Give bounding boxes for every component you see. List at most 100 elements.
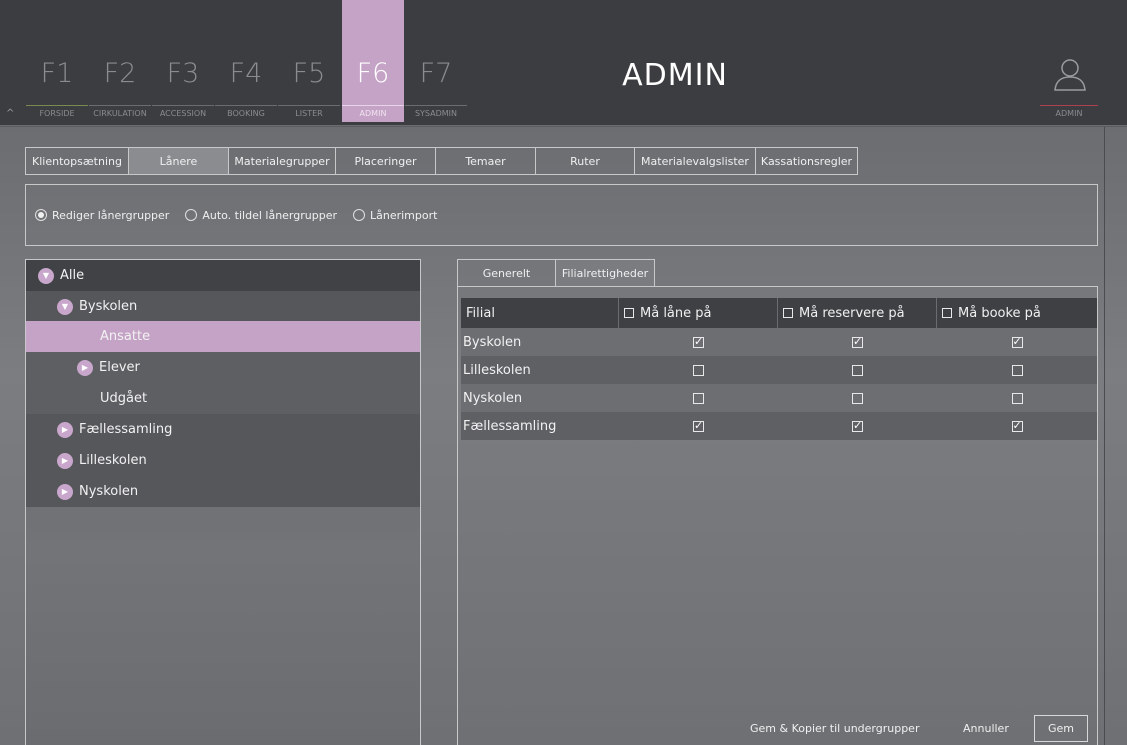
tree-item-label: Ansatte (100, 329, 151, 344)
mode-radio-group: Rediger lånergrupper Auto. tildel lånerg… (25, 184, 1098, 246)
tree-item-elever[interactable]: ▶ Elever (26, 352, 420, 383)
collapse-icon[interactable]: ^ (6, 108, 14, 119)
checkbox-reservere[interactable] (852, 419, 863, 432)
checkbox-reservere[interactable] (852, 335, 863, 348)
column-header-label: Må booke på (958, 305, 1041, 321)
fkey-sysadmin[interactable]: F7 SYSADMIN (405, 0, 467, 122)
table-row[interactable]: Lilleskolen (461, 356, 1097, 384)
cell-reservere (778, 412, 937, 440)
tab-kassationsregler[interactable]: Kassationsregler (756, 147, 858, 175)
branch-name: Nyskolen (463, 390, 523, 406)
checkbox-booke[interactable] (1011, 392, 1023, 404)
cell-reservere (778, 384, 937, 412)
column-header-booke[interactable]: Må booke på (937, 298, 1097, 328)
cell-booke (937, 384, 1097, 412)
fkey-number: F2 (103, 58, 137, 89)
radio-label: Rediger lånergrupper (52, 208, 170, 222)
cell-booke (937, 356, 1097, 384)
checkbox-reservere[interactable] (852, 364, 863, 376)
table-row[interactable]: Byskolen (461, 328, 1097, 356)
checkbox-booke[interactable] (1011, 419, 1023, 432)
cell-reservere (778, 328, 937, 356)
tree-item-nyskolen[interactable]: ▶ Nyskolen (26, 476, 420, 507)
cell-laane (619, 384, 778, 412)
fkey-underline (405, 105, 467, 106)
fkey-admin[interactable]: F6 ADMIN (342, 0, 404, 122)
column-header-reservere[interactable]: Må reservere på (778, 298, 937, 328)
checkbox-booke[interactable] (1011, 335, 1023, 348)
cell-booke (937, 412, 1097, 440)
expand-toggle-icon[interactable]: ▶ (77, 359, 93, 376)
radio-auto-tildel[interactable]: Auto. tildel lånergrupper (185, 209, 337, 222)
checkbox-laane[interactable] (693, 364, 704, 376)
radio-circle (35, 209, 47, 221)
fkey-underline (152, 105, 214, 106)
tree-item-byskolen[interactable]: ▼ Byskolen (26, 291, 420, 322)
fkey-number: F4 (229, 58, 263, 89)
fkey-label: ACCESSION (159, 109, 207, 118)
table-row[interactable]: Nyskolen (461, 384, 1097, 412)
table-row[interactable]: Fællessamling (461, 412, 1097, 440)
select-all-checkbox[interactable] (624, 308, 634, 318)
tree-item-udgaaet[interactable]: Udgået (26, 383, 420, 414)
user-icon[interactable] (1052, 56, 1088, 92)
checkbox-laane[interactable] (693, 419, 704, 432)
top-bar: ^ F1 FORSIDE F2 CIRKULATION F3 ACCESSION… (0, 0, 1127, 126)
tree-item-label: Alle (60, 268, 85, 283)
tab-materialegrupper[interactable]: Materialegrupper (229, 147, 336, 175)
branch-name: Byskolen (463, 334, 522, 350)
save-and-copy-button[interactable]: Gem & Kopier til undergrupper (750, 722, 919, 735)
collapse-toggle-icon[interactable]: ▼ (57, 298, 73, 315)
collapse-toggle-icon[interactable]: ▼ (38, 267, 54, 284)
tree-item-label: Byskolen (79, 299, 138, 314)
radio-rediger-laanergrupper[interactable]: Rediger lånergrupper (35, 209, 169, 222)
expand-toggle-icon[interactable]: ▶ (57, 483, 73, 500)
fkey-number: F1 (40, 58, 74, 89)
cell-laane (619, 356, 778, 384)
fkey-label: SYSADMIN (414, 109, 458, 118)
expand-toggle-icon[interactable]: ▶ (57, 452, 73, 469)
tab-ruter[interactable]: Ruter (536, 147, 635, 175)
tree-item-faellessamling[interactable]: ▶ Fællessamling (26, 414, 420, 445)
fkey-label: FORSIDE (39, 109, 75, 118)
tab-filialrettigheder[interactable]: Filialrettigheder (556, 259, 655, 287)
tree-item-label: Udgået (100, 391, 148, 406)
cancel-button[interactable]: Annuller (963, 722, 1009, 735)
branch-name: Lilleskolen (463, 362, 531, 378)
column-header-label: Må reservere på (799, 305, 905, 321)
fkey-cirkulation[interactable]: F2 CIRKULATION (89, 0, 151, 122)
checkbox-laane[interactable] (693, 335, 704, 348)
fkey-booking[interactable]: F4 BOOKING (215, 0, 277, 122)
tab-temaer[interactable]: Temaer (436, 147, 536, 175)
branch-name: Fællessamling (463, 418, 557, 434)
column-header-filial: Filial (461, 298, 619, 328)
select-all-checkbox[interactable] (942, 308, 952, 318)
tab-placeringer[interactable]: Placeringer (336, 147, 436, 175)
tab-generelt[interactable]: Generelt (457, 259, 556, 287)
tab-laanere[interactable]: Lånere (129, 147, 229, 175)
fkey-label: ADMIN (359, 109, 387, 118)
tree-item-ansatte[interactable]: Ansatte (26, 321, 420, 352)
radio-laanerimport[interactable]: Lånerimport (353, 209, 437, 222)
cell-laane (619, 412, 778, 440)
tree-item-lilleskolen[interactable]: ▶ Lilleskolen (26, 445, 420, 476)
radio-label: Auto. tildel lånergrupper (202, 208, 337, 222)
tab-materialevalgslister[interactable]: Materialevalgslister (635, 147, 756, 175)
column-header-label: Må låne på (640, 305, 712, 321)
save-button[interactable]: Gem (1034, 715, 1088, 742)
expand-toggle-icon[interactable]: ▶ (57, 421, 73, 438)
fkey-underline (215, 105, 277, 106)
tree-item-label: Fællessamling (79, 422, 173, 437)
fkey-underline (342, 105, 404, 106)
checkbox-booke[interactable] (1011, 364, 1023, 376)
user-label: ADMIN (1055, 109, 1083, 118)
column-header-laane[interactable]: Må låne på (619, 298, 778, 328)
select-all-checkbox[interactable] (783, 308, 793, 318)
tree-item-alle[interactable]: ▼ Alle (26, 260, 420, 291)
tab-klientopsaetning[interactable]: Klientopsætning (25, 147, 129, 175)
fkey-lister[interactable]: F5 LISTER (278, 0, 340, 122)
checkbox-laane[interactable] (693, 392, 704, 404)
fkey-accession[interactable]: F3 ACCESSION (152, 0, 214, 122)
fkey-forside[interactable]: F1 FORSIDE (26, 0, 88, 122)
checkbox-reservere[interactable] (852, 392, 863, 404)
